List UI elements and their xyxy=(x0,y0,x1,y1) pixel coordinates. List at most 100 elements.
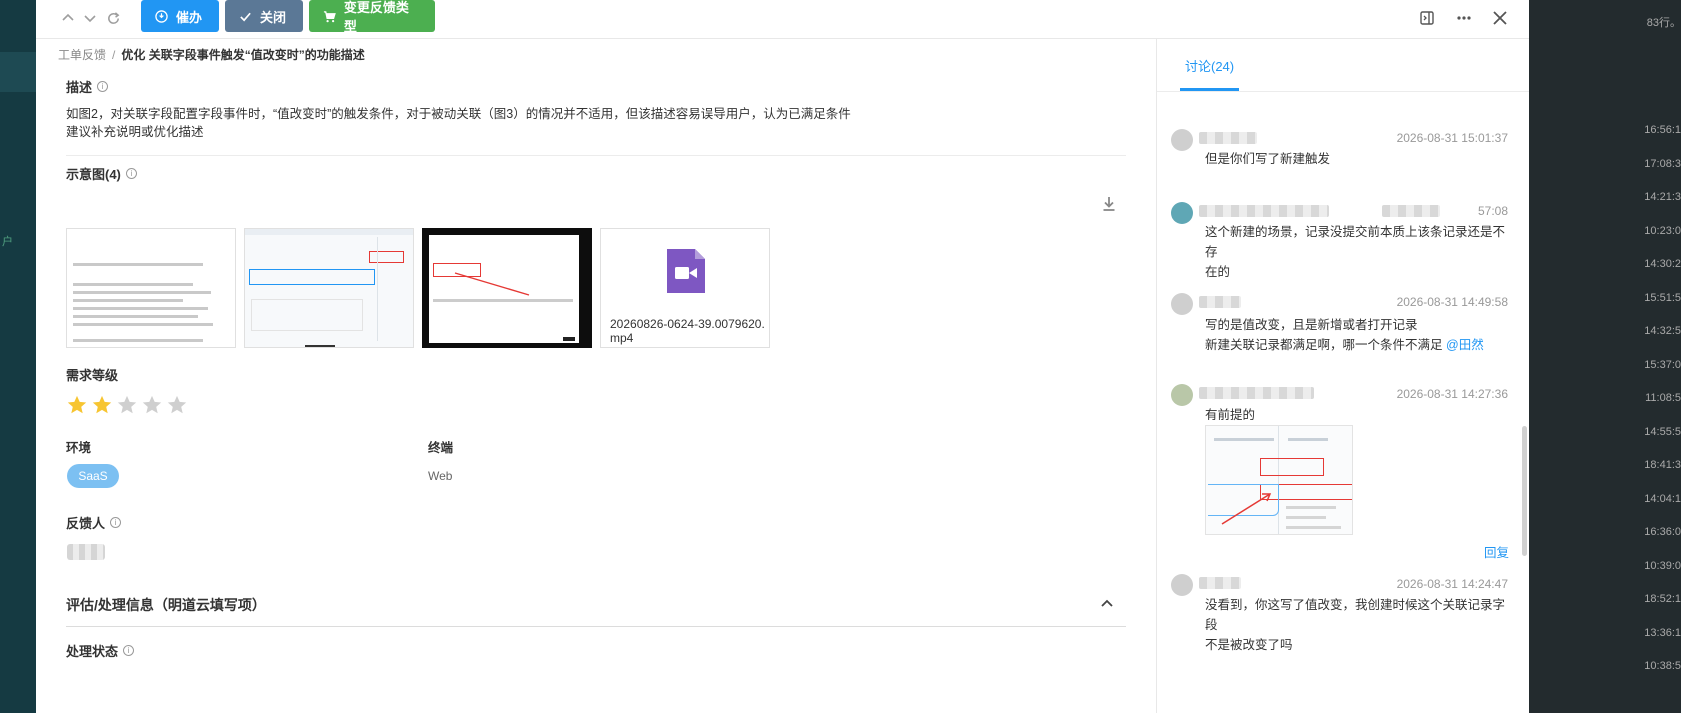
mention-link[interactable]: @田然 xyxy=(1446,338,1484,352)
change-feedback-type-button[interactable]: 变更反馈类型 xyxy=(309,0,435,34)
comment-line: 但是你们写了新建触发 xyxy=(1205,152,1331,166)
star-empty-icon[interactable] xyxy=(141,394,163,416)
avatar[interactable] xyxy=(1171,574,1193,596)
description-body: 如图2，对关联字段配置字段事件时，“值改变时”的触发条件，对于被动关联（图3）的… xyxy=(66,105,851,141)
more-icon[interactable] xyxy=(1452,6,1476,30)
video-file-name: 20260826-0624-39.0079620.mp4 xyxy=(610,317,765,345)
terminal-label: 终端 xyxy=(428,441,454,455)
description-line-2: 建议补充说明或优化描述 xyxy=(66,125,204,139)
breadcrumb: 工单反馈 / 优化 关联字段事件触发“值改变时”的功能描述 xyxy=(58,46,365,63)
star-filled-icon[interactable] xyxy=(91,394,113,416)
background-timestamp: 11:08:5 xyxy=(1645,392,1681,404)
collapse-chevron-up-icon[interactable] xyxy=(1099,595,1115,611)
comment-text: 但是你们写了新建触发 xyxy=(1205,149,1515,169)
background-timestamp: 14:55:5 xyxy=(1644,425,1681,438)
attachment-video[interactable]: 20260826-0624-39.0079620.mp4 xyxy=(600,228,770,348)
background-timestamp: 10:38:5 xyxy=(1644,660,1681,672)
background-right-panel: 83行。 16:56:1 17:08:3 14:21:3 10:23:0 14:30:2… xyxy=(1529,0,1681,713)
info-icon[interactable]: i xyxy=(125,168,137,179)
reply-link[interactable]: 回复 xyxy=(1484,542,1509,561)
main-content: 工单反馈 / 优化 关联字段事件触发“值改变时”的功能描述 描述 i 如图2，对关联… xyxy=(36,39,1156,713)
attachments-title: 示意图(4) xyxy=(66,167,121,182)
cart-icon xyxy=(323,10,336,22)
comment-line: 新建关联记录都满足啊，哪一个条件不满足 xyxy=(1205,338,1443,352)
assessment-section-title: 评估/处理信息（明道云填写项） xyxy=(66,597,266,613)
star-empty-icon[interactable] xyxy=(116,394,138,416)
comment-time: 2026-08-31 14:27:36 xyxy=(1396,387,1508,401)
attachment-thumbnail-1[interactable] xyxy=(66,228,236,348)
comment-line: 没看到，你这写了值改变，我创建时候这个关联记录字段 xyxy=(1205,598,1506,632)
priority-section-title: 需求等级 xyxy=(66,365,118,384)
description-section-title: 描述 i xyxy=(66,77,109,96)
feedback-person-label: 反馈人 xyxy=(66,516,106,531)
feedback-person-title: 反馈人 i xyxy=(66,513,122,532)
refresh-icon[interactable] xyxy=(103,8,123,28)
attachment-thumbnail-2[interactable] xyxy=(244,228,414,348)
background-timestamp: 16:36:0 xyxy=(1644,526,1681,538)
background-header-text: 83行。 xyxy=(1646,17,1681,29)
description-title: 描述 xyxy=(66,80,93,95)
comment-time-blur xyxy=(1382,205,1440,217)
background-timestamp: 15:51:5 xyxy=(1644,291,1681,304)
close-icon[interactable] xyxy=(1488,6,1512,30)
priority-rating[interactable] xyxy=(66,394,188,416)
avatar[interactable] xyxy=(1171,293,1193,315)
breadcrumb-root[interactable]: 工单反馈 xyxy=(58,48,106,62)
status-section-title: 处理状态 i xyxy=(66,641,135,660)
chevron-down-icon[interactable] xyxy=(80,8,100,28)
comment-author xyxy=(1199,205,1329,217)
divider xyxy=(1157,91,1529,92)
environment-label: 环境 xyxy=(66,441,92,455)
background-timestamp: 14:30:2 xyxy=(1644,258,1681,270)
comment-time: 2026-08-31 14:49:58 xyxy=(1396,295,1508,309)
video-file-icon xyxy=(667,249,705,293)
check-icon xyxy=(240,12,251,21)
side-panel-toggle-icon[interactable] xyxy=(1415,6,1439,30)
comment-author xyxy=(1199,577,1241,589)
comment-author xyxy=(1199,387,1314,399)
avatar[interactable] xyxy=(1171,202,1193,224)
download-icon[interactable] xyxy=(1102,196,1116,212)
star-empty-icon[interactable] xyxy=(166,394,188,416)
toolbar: 催办 关闭 变更反馈类型 xyxy=(36,0,1529,39)
discussion-scrollbar[interactable] xyxy=(1522,426,1527,556)
comment-line: 这个新建的场景，记录没提交前本质上该条记录还是不存 xyxy=(1205,225,1506,259)
tab-discussion[interactable]: 讨论(24) xyxy=(1185,56,1234,75)
urge-button[interactable]: 催办 xyxy=(141,0,219,32)
comment-text: 没看到，你这写了值改变，我创建时候这个关联记录字段 不是被改变了吗 xyxy=(1205,595,1515,655)
attachment-thumbnail-3[interactable] xyxy=(422,228,592,348)
comment-time: 2026-08-31 14:24:47 xyxy=(1396,577,1508,591)
avatar[interactable] xyxy=(1171,129,1193,151)
change-feedback-type-label: 变更反馈类型 xyxy=(343,0,409,34)
feedback-detail-modal: 催办 关闭 变更反馈类型 工单反馈 / 优化 关联字段事件触发“值改变时”的功能描述… xyxy=(36,0,1529,713)
avatar xyxy=(67,544,105,560)
comment-time: 57:08 xyxy=(1477,204,1508,218)
divider xyxy=(66,626,1126,627)
close-button[interactable]: 关闭 xyxy=(225,0,303,32)
breadcrumb-current: 优化 关联字段事件触发“值改变时”的功能描述 xyxy=(121,48,365,62)
terminal-value: Web xyxy=(428,469,453,483)
urge-icon xyxy=(155,9,168,23)
comment-author xyxy=(1199,296,1241,308)
comment-line: 在的 xyxy=(1205,265,1231,279)
comment-time: 2026-08-31 15:01:37 xyxy=(1396,131,1508,145)
comment-image-attachment[interactable] xyxy=(1205,425,1353,535)
background-timestamp: 18:41:3 xyxy=(1644,459,1681,471)
background-timestamp: 14:21:3 xyxy=(1644,191,1681,203)
background-timestamp: 14:04:1 xyxy=(1644,492,1681,505)
background-selected-item xyxy=(0,52,36,92)
background-left-text: 户 xyxy=(2,236,13,248)
star-filled-icon[interactable] xyxy=(66,394,88,416)
divider xyxy=(66,155,1126,156)
comment-line: 有前提的 xyxy=(1205,408,1256,422)
chevron-up-icon[interactable] xyxy=(58,8,78,28)
discussion-panel: 讨论(24) 2026-08-31 15:01:37 但是你们写了新建触发 57… xyxy=(1156,39,1529,713)
avatar[interactable] xyxy=(1171,384,1193,406)
info-icon[interactable]: i xyxy=(110,517,122,528)
description-line-1: 如图2，对关联字段配置字段事件时，“值改变时”的触发条件，对于被动关联（图3）的… xyxy=(66,107,851,121)
background-timestamp: 14:32:5 xyxy=(1644,325,1681,337)
info-icon[interactable]: i xyxy=(97,81,109,92)
status-title: 处理状态 xyxy=(66,644,119,659)
close-button-label: 关闭 xyxy=(260,9,287,25)
info-icon[interactable]: i xyxy=(123,645,135,656)
